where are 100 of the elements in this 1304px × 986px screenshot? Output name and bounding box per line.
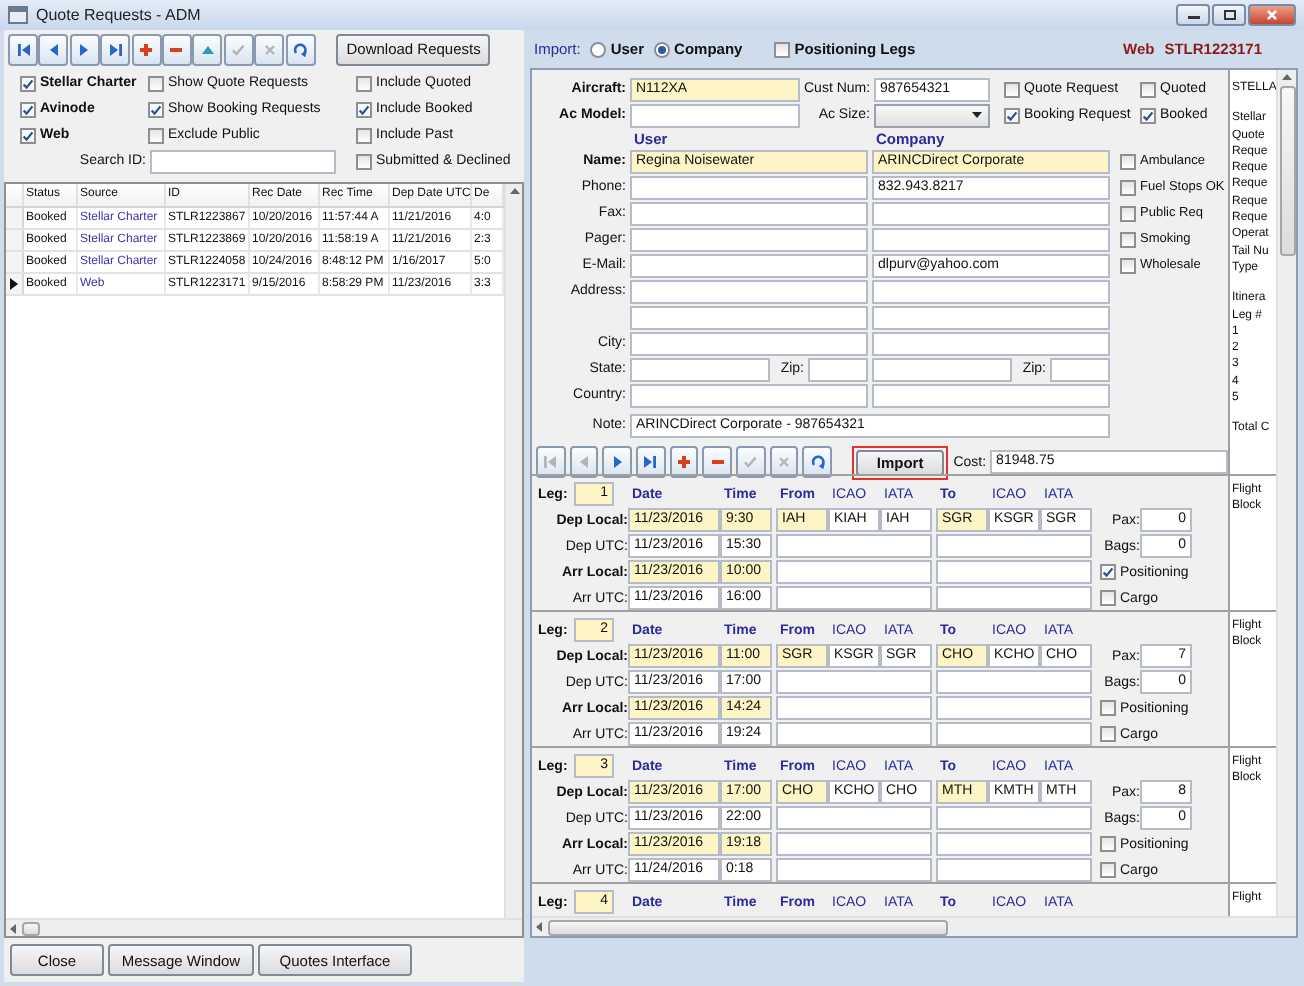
- text-field[interactable]: [630, 383, 868, 407]
- scrollbar-thumb[interactable]: [548, 919, 948, 935]
- text-field[interactable]: [776, 586, 932, 610]
- checkbox[interactable]: [1120, 231, 1136, 247]
- add-button[interactable]: [131, 33, 162, 65]
- checkbox[interactable]: [1120, 205, 1136, 221]
- text-field[interactable]: [936, 806, 1092, 830]
- text-field[interactable]: [776, 534, 932, 558]
- last-record-button[interactable]: [100, 33, 131, 65]
- refresh-button[interactable]: [285, 33, 316, 65]
- checkbox[interactable]: [1100, 726, 1116, 742]
- radio-button[interactable]: [590, 41, 607, 57]
- text-field[interactable]: [630, 201, 868, 225]
- row-header-cell[interactable]: [6, 230, 24, 250]
- checkbox[interactable]: [356, 75, 372, 91]
- skip-start-icon: [542, 454, 559, 470]
- checkbox[interactable]: [20, 127, 36, 143]
- checkbox[interactable]: [148, 101, 164, 117]
- checkbox[interactable]: [1120, 179, 1136, 195]
- row-header-cell[interactable]: [6, 274, 24, 294]
- text-field[interactable]: [630, 305, 868, 329]
- text-field[interactable]: [872, 201, 1110, 225]
- text-field[interactable]: [936, 560, 1092, 584]
- checkbox[interactable]: [1004, 81, 1020, 97]
- row-header-cell[interactable]: [6, 208, 24, 228]
- text-field[interactable]: [776, 696, 932, 720]
- checkbox[interactable]: [1140, 107, 1156, 123]
- horizontal-scrollbar[interactable]: [6, 918, 522, 936]
- checkbox[interactable]: [1120, 257, 1136, 273]
- checkbox[interactable]: [1120, 153, 1136, 169]
- text-field[interactable]: [776, 722, 932, 746]
- text-field[interactable]: [936, 696, 1092, 720]
- first-record-button[interactable]: [8, 33, 38, 65]
- search-field[interactable]: [150, 149, 336, 173]
- checkbox[interactable]: [356, 101, 372, 117]
- text-field[interactable]: [936, 858, 1092, 882]
- text-field[interactable]: [1050, 357, 1110, 381]
- scrollbar-thumb[interactable]: [1279, 86, 1295, 256]
- text-field[interactable]: [872, 383, 1110, 407]
- checkbox[interactable]: [1004, 107, 1020, 123]
- checkbox[interactable]: [148, 127, 164, 143]
- add-button[interactable]: [669, 446, 699, 478]
- radio-button[interactable]: [654, 41, 671, 57]
- minimize-button[interactable]: [1176, 4, 1210, 26]
- cross-icon: [776, 454, 793, 470]
- text-field[interactable]: [936, 586, 1092, 610]
- checkbox[interactable]: [20, 75, 36, 91]
- text-field[interactable]: [808, 357, 868, 381]
- previous-record-button[interactable]: [38, 33, 69, 65]
- text-field[interactable]: [872, 305, 1110, 329]
- text-field[interactable]: [936, 670, 1092, 694]
- text-field[interactable]: [630, 253, 868, 277]
- delete-button[interactable]: [161, 33, 192, 65]
- vertical-scrollbar[interactable]: [504, 184, 522, 918]
- text-field[interactable]: [776, 858, 932, 882]
- checkbox[interactable]: [356, 153, 372, 169]
- next-record-button[interactable]: [602, 446, 633, 478]
- scrollbar-thumb[interactable]: [22, 921, 40, 935]
- checkbox[interactable]: [148, 75, 164, 91]
- checkbox[interactable]: [20, 101, 36, 117]
- text-field[interactable]: [630, 331, 868, 355]
- plus-icon: [676, 454, 693, 470]
- refresh-button[interactable]: [802, 446, 833, 478]
- text-field[interactable]: [872, 227, 1110, 251]
- text-field[interactable]: [776, 806, 932, 830]
- row-header-cell[interactable]: [6, 252, 24, 272]
- checkbox[interactable]: [1100, 590, 1116, 606]
- close-button[interactable]: [1248, 4, 1296, 26]
- text-field[interactable]: [630, 227, 868, 251]
- text-field[interactable]: [776, 832, 932, 856]
- maximize-button[interactable]: [1212, 4, 1246, 26]
- checkbox[interactable]: [1100, 700, 1116, 716]
- text-field[interactable]: [872, 357, 1012, 381]
- checkbox[interactable]: [1100, 564, 1116, 580]
- text-field[interactable]: [630, 357, 770, 381]
- text-field[interactable]: [776, 560, 932, 584]
- vertical-scrollbar[interactable]: [1276, 70, 1296, 916]
- text-field[interactable]: [872, 279, 1110, 303]
- text-field[interactable]: [936, 832, 1092, 856]
- checkbox[interactable]: [1100, 862, 1116, 878]
- text-field[interactable]: [936, 534, 1092, 558]
- scroll-up-arrow-icon: [509, 188, 519, 194]
- move-up-button[interactable]: [192, 33, 223, 65]
- text-field[interactable]: [872, 331, 1110, 355]
- skip-start-icon: [15, 41, 31, 57]
- checkbox[interactable]: [774, 41, 791, 57]
- checkbox[interactable]: [356, 127, 372, 143]
- text-field[interactable]: [630, 279, 868, 303]
- delete-button[interactable]: [702, 446, 733, 478]
- horizontal-scrollbar[interactable]: [532, 916, 1296, 936]
- text-field[interactable]: [776, 670, 932, 694]
- text-field[interactable]: [630, 103, 800, 127]
- text-field[interactable]: [936, 722, 1092, 746]
- checkbox[interactable]: [1140, 81, 1156, 97]
- ac-size-dropdown[interactable]: [874, 103, 990, 127]
- last-record-button[interactable]: [636, 446, 666, 478]
- text-field[interactable]: [630, 175, 868, 199]
- checkbox[interactable]: [1100, 836, 1116, 852]
- next-record-button[interactable]: [69, 33, 100, 65]
- refresh-icon: [809, 454, 826, 470]
